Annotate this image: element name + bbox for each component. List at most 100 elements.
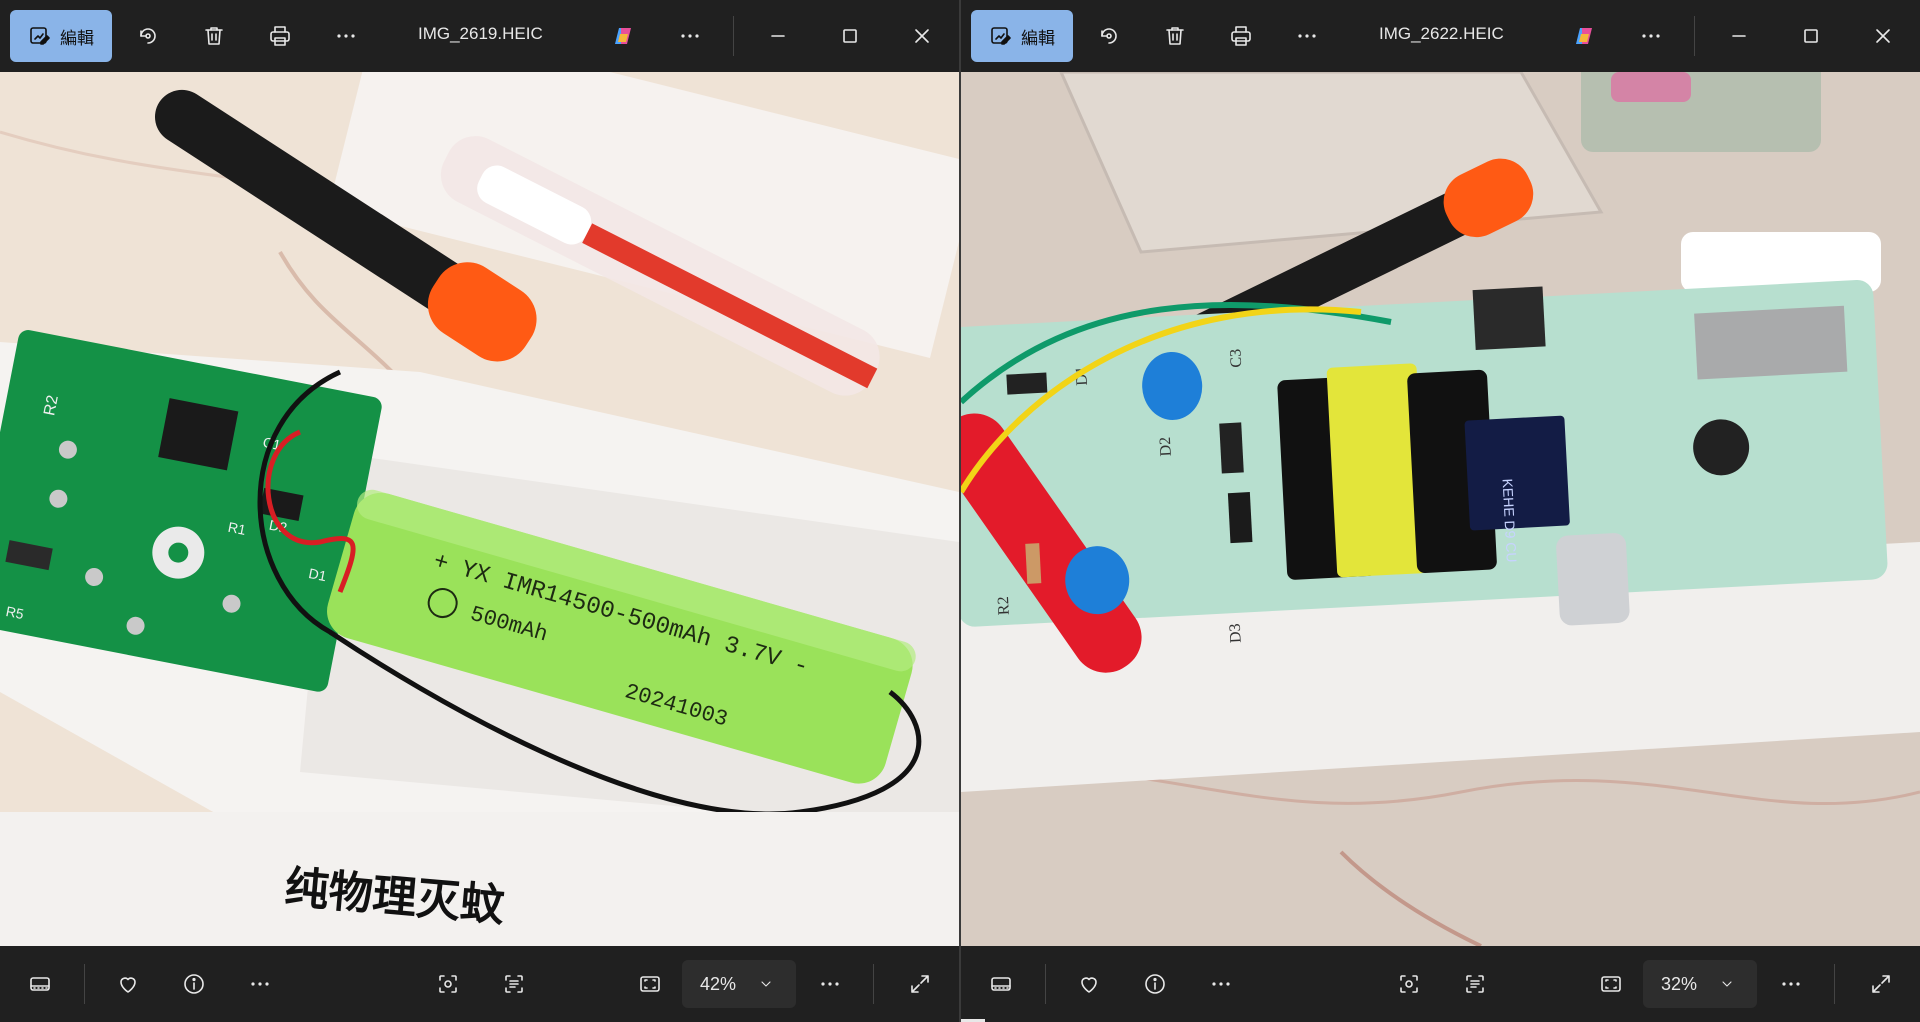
delete-button[interactable]	[196, 18, 232, 54]
rotate-button[interactable]	[1091, 18, 1127, 54]
scan-text-icon	[505, 975, 523, 993]
photo-image: R2 C1 D2 R1 D1 R5 + YX IMR14500-500mAh 3…	[0, 72, 959, 946]
delete-button[interactable]	[1157, 18, 1193, 54]
filmstrip-icon	[991, 977, 1011, 991]
maximize-icon	[1804, 29, 1818, 43]
fit-window-button[interactable]	[1593, 966, 1629, 1002]
more-options-button-2[interactable]	[1633, 18, 1669, 54]
print-button[interactable]	[1223, 18, 1259, 54]
photos-window-right: 編輯 IMG_2622.HEIC KEHE D9 CU D1 D2 C3 R2 …	[961, 0, 1920, 1022]
visual-search-button[interactable]	[430, 966, 466, 1002]
photo-image: KEHE D9 CU D1 D2 C3 R2 D3	[961, 72, 1920, 946]
filmstrip-icon	[30, 977, 50, 991]
edit-photo-icon	[991, 27, 1011, 45]
more-icon	[1782, 982, 1800, 986]
filmstrip-button[interactable]	[983, 966, 1019, 1002]
top-toolbar: 編輯 IMG_2619.HEIC	[0, 0, 959, 72]
fullscreen-icon	[911, 975, 929, 993]
visual-search-icon	[439, 975, 457, 993]
photo-viewer[interactable]: R2 C1 D2 R1 D1 R5 + YX IMR14500-500mAh 3…	[0, 72, 959, 946]
photo-viewer[interactable]: KEHE D9 CU D1 D2 C3 R2 D3	[961, 72, 1920, 946]
svg-text:D1: D1	[307, 565, 328, 584]
zoom-dropdown[interactable]: 42%	[682, 960, 796, 1008]
more-icon	[251, 982, 269, 986]
edit-label: 編輯	[60, 28, 94, 48]
more-options-button-2[interactable]	[672, 18, 708, 54]
svg-text:C3: C3	[1227, 348, 1245, 368]
filmstrip-button[interactable]	[22, 966, 58, 1002]
favorite-button[interactable]	[1071, 966, 1107, 1002]
info-button[interactable]	[1137, 966, 1173, 1002]
close-icon	[915, 29, 929, 43]
close-button[interactable]	[904, 18, 940, 54]
more-icon	[821, 982, 839, 986]
more-options-button-bottom[interactable]	[242, 966, 278, 1002]
bottom-divider	[1045, 964, 1046, 1004]
visual-search-icon	[1400, 975, 1418, 993]
rotate-icon	[1101, 28, 1117, 44]
scan-text-button[interactable]	[496, 966, 532, 1002]
maximize-button[interactable]	[1793, 18, 1829, 54]
minimize-icon	[771, 35, 785, 37]
more-icon	[1212, 982, 1230, 986]
print-button[interactable]	[262, 18, 298, 54]
bottom-divider-2	[1834, 964, 1835, 1004]
top-toolbar: 編輯 IMG_2622.HEIC	[961, 0, 1920, 72]
chevron-down-icon	[761, 981, 771, 987]
favorite-button[interactable]	[110, 966, 146, 1002]
zoom-value: 42%	[700, 973, 737, 994]
more-icon	[681, 34, 699, 38]
copilot-button[interactable]	[1566, 18, 1602, 54]
edit-label: 編輯	[1021, 28, 1055, 48]
more-options-button-bottom[interactable]	[1203, 966, 1239, 1002]
photos-window-left: 編輯 IMG_2619.HEIC R2 C1 D2 R1 D1 R5 + YX …	[0, 0, 959, 1022]
heart-icon	[1081, 977, 1097, 993]
copilot-icon	[1576, 28, 1592, 44]
file-name: IMG_2622.HEIC	[1379, 24, 1504, 43]
file-name: IMG_2619.HEIC	[418, 24, 543, 43]
maximize-icon	[843, 29, 857, 43]
edit-photo-icon	[30, 27, 50, 45]
heart-icon	[120, 977, 136, 993]
minimize-button[interactable]	[760, 18, 796, 54]
scan-text-button[interactable]	[1457, 966, 1493, 1002]
fullscreen-button[interactable]	[902, 966, 938, 1002]
zoom-dropdown[interactable]: 32%	[1643, 960, 1757, 1008]
trash-icon	[205, 27, 223, 45]
bottom-divider-2	[873, 964, 874, 1004]
more-options-button-zoom[interactable]	[1773, 966, 1809, 1002]
rotate-button[interactable]	[130, 18, 166, 54]
toolbar-divider	[733, 16, 734, 56]
edit-button[interactable]: 編輯	[10, 10, 112, 62]
svg-text:R1: R1	[227, 519, 248, 538]
fullscreen-button[interactable]	[1863, 966, 1899, 1002]
edit-button[interactable]: 編輯	[971, 10, 1073, 62]
info-icon	[184, 974, 204, 994]
scan-text-icon	[1466, 975, 1484, 993]
more-icon	[1298, 34, 1316, 38]
chevron-down-icon	[1722, 981, 1732, 987]
bottom-toolbar: 32%	[961, 946, 1920, 1022]
visual-search-button[interactable]	[1391, 966, 1427, 1002]
rotate-icon	[140, 28, 156, 44]
info-button[interactable]	[176, 966, 212, 1002]
copilot-button[interactable]	[605, 18, 641, 54]
more-options-button-zoom[interactable]	[812, 966, 848, 1002]
more-icon	[1642, 34, 1660, 38]
fit-window-button[interactable]	[632, 966, 668, 1002]
more-icon	[337, 34, 355, 38]
more-options-button[interactable]	[328, 18, 364, 54]
copilot-icon	[615, 28, 631, 44]
toolbar-divider	[1694, 16, 1695, 56]
print-icon	[1231, 26, 1251, 46]
close-icon	[1876, 29, 1890, 43]
minimize-icon	[1732, 35, 1746, 37]
svg-text:R2: R2	[995, 596, 1013, 616]
svg-text:R5: R5	[5, 603, 26, 622]
minimize-button[interactable]	[1721, 18, 1757, 54]
close-button[interactable]	[1865, 18, 1901, 54]
maximize-button[interactable]	[832, 18, 868, 54]
zoom-value: 32%	[1661, 973, 1698, 994]
more-options-button[interactable]	[1289, 18, 1325, 54]
trash-icon	[1166, 27, 1184, 45]
